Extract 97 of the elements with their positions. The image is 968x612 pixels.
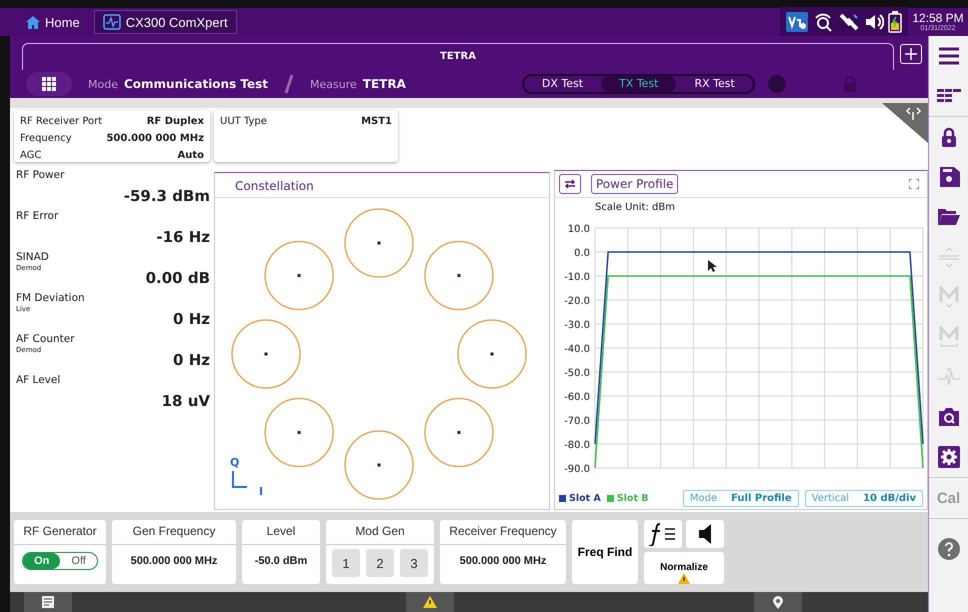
measurement-value: -16 Hz	[156, 228, 210, 246]
lock-icon[interactable]	[940, 127, 956, 147]
option-selector[interactable]: Mode Full Profile	[682, 490, 799, 507]
mod-gen-button[interactable]: 2	[366, 549, 394, 577]
slash-divider-icon	[284, 74, 294, 94]
grid-icon	[42, 77, 56, 91]
corner-fold-icon[interactable]	[882, 103, 928, 143]
axis-icon	[232, 471, 247, 488]
field-label: Receiver Frequency	[440, 520, 566, 545]
speaker-icon	[698, 524, 712, 544]
option-selector[interactable]: Vertical 10 dB/div	[804, 490, 923, 507]
plus-icon	[905, 48, 917, 60]
camera-icon[interactable]	[938, 408, 958, 426]
y-tick-label: -70.0	[564, 416, 590, 427]
app-tab[interactable]: CX300 ComXpert	[94, 10, 237, 34]
speaker-button[interactable]	[686, 520, 724, 548]
axis-label: I	[259, 485, 264, 498]
y-tick-label: -90.0	[564, 464, 590, 475]
waveform-icon	[102, 14, 121, 30]
mod-gen-button[interactable]: 1	[332, 549, 360, 577]
y-tick-label: -10.0	[564, 272, 590, 283]
y-tick-label: -40.0	[564, 344, 590, 355]
info-label: UUT Type	[220, 115, 267, 129]
expand-icon[interactable]	[909, 179, 919, 189]
info-label: AGC	[20, 149, 42, 163]
folder-icon[interactable]	[938, 209, 960, 225]
measurement-label: SINAD	[16, 250, 50, 264]
measurement-label: AF Counter	[16, 332, 76, 346]
normalize-button[interactable]: Normalize	[644, 552, 724, 584]
test-tab[interactable]: DX Test	[524, 76, 602, 92]
power-profile-button[interactable]: Power Profile	[591, 174, 678, 194]
notes-icon[interactable]	[42, 596, 54, 608]
info-value: MST1	[361, 115, 392, 129]
panel-title: Constellation	[215, 173, 549, 198]
field-label: Mod Gen	[326, 520, 434, 545]
settings-icon[interactable]	[938, 446, 960, 468]
layout-icon[interactable]	[936, 89, 960, 103]
measurement-label: RF Error	[16, 209, 60, 223]
field-value[interactable]: -50.0 dBm	[254, 555, 308, 567]
test-tab[interactable]: TX Test	[601, 76, 676, 92]
scale-unit-label: Scale Unit: dBm	[595, 202, 675, 213]
add-button[interactable]	[900, 44, 922, 64]
info-value: 500.000 000 MHz	[106, 132, 204, 146]
menu-icon[interactable]	[938, 47, 960, 65]
field-value[interactable]: 500.000 000 MHz	[460, 555, 546, 567]
home-icon	[26, 16, 40, 28]
swap-icon	[564, 179, 576, 189]
on-off-toggle[interactable]: On Off	[22, 552, 98, 570]
speaker-icon	[864, 12, 884, 32]
field-label: Gen Frequency	[112, 520, 236, 545]
swap-button[interactable]	[559, 174, 581, 194]
measurement-label: FM Deviation	[16, 291, 86, 305]
cursor-icon	[708, 260, 717, 272]
field-value[interactable]: 500.000 000 MHz	[130, 555, 218, 567]
y-tick-label: -50.0	[564, 368, 590, 379]
y-tick-label: 10.0	[568, 224, 590, 235]
warning-icon	[678, 573, 690, 584]
y-tick-label: -20.0	[564, 296, 590, 307]
axis-label: Q	[230, 456, 240, 469]
info-label: RF Receiver Port	[20, 115, 102, 129]
mod-gen-button[interactable]: 3	[400, 549, 428, 577]
measurement-value: 0 Hz	[173, 351, 210, 369]
remote-icon	[786, 12, 808, 32]
location-pin-icon[interactable]	[773, 596, 783, 608]
info-value: RF Duplex	[146, 115, 204, 129]
info-label: Frequency	[20, 132, 72, 146]
field-label: Level	[242, 520, 320, 545]
y-tick-label: -30.0	[564, 320, 590, 331]
legend-label: Slot A	[569, 493, 601, 504]
measurement-label: AF Level	[16, 373, 62, 387]
y-tick-label: -60.0	[564, 392, 590, 403]
mode-value[interactable]: Communications Test	[124, 77, 268, 91]
warning-icon[interactable]	[423, 596, 437, 608]
y-tick-label: 0.0	[574, 248, 590, 259]
info-value: Auto	[177, 149, 204, 163]
mode-label: Mode	[88, 78, 118, 90]
measurement-value: 0.00 dB	[146, 269, 210, 287]
measure-value[interactable]: TETRA	[362, 77, 406, 91]
function-list-icon	[648, 522, 678, 546]
function-list-button[interactable]	[644, 520, 682, 548]
help-icon[interactable]	[938, 538, 960, 560]
legend-label: Slot B	[616, 493, 649, 504]
measurement-value: -59.3 dBm	[124, 187, 210, 205]
test-tab[interactable]: RX Test	[676, 76, 753, 92]
clock-time: 12:58 PM	[911, 12, 965, 25]
home-button[interactable]: Home	[26, 14, 80, 30]
measurement-value: 18 uV	[162, 392, 210, 410]
measurement-label: RF Power	[16, 168, 66, 182]
save-icon[interactable]	[938, 167, 960, 187]
freq-find-button[interactable]: Freq Find	[572, 520, 638, 584]
battery-icon	[888, 11, 902, 33]
measurement-tab[interactable]: TETRA	[22, 43, 894, 70]
y-tick-label: -80.0	[564, 440, 590, 451]
field-label: RF Generator	[14, 520, 106, 545]
measure-label: Measure	[310, 78, 357, 90]
apps-button[interactable]	[26, 72, 72, 96]
measurement-value: 0 Hz	[173, 310, 210, 328]
